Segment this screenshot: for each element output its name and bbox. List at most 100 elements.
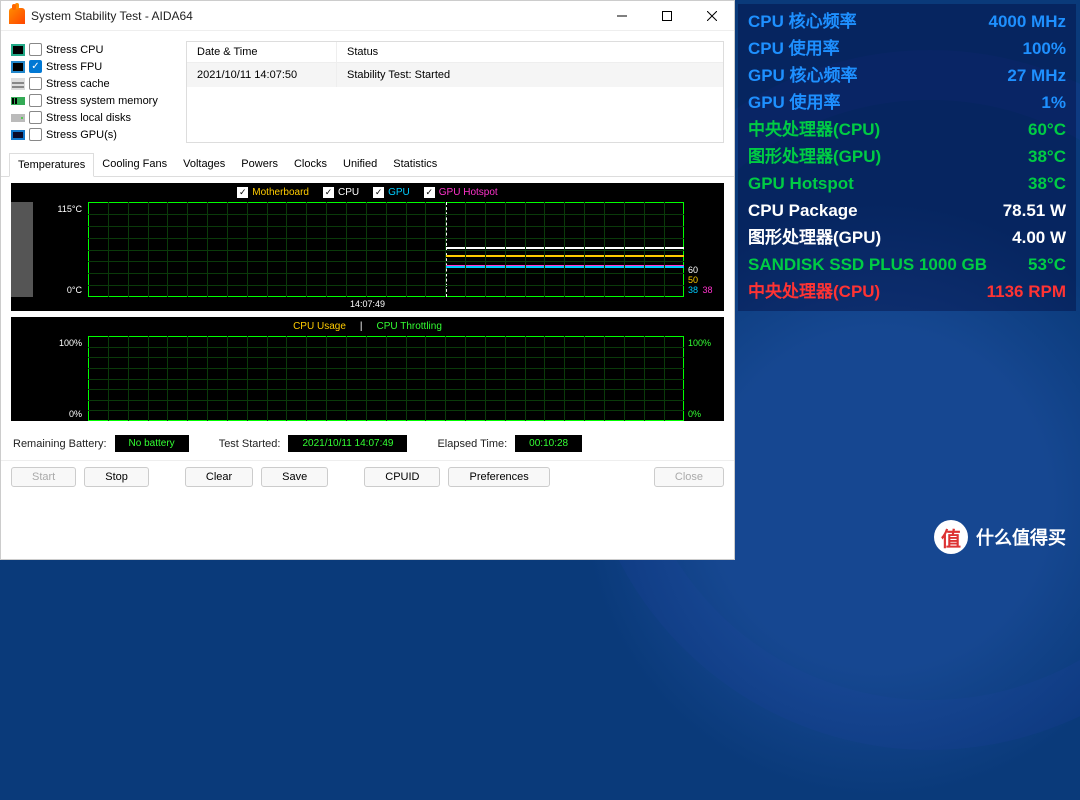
log-status: Stability Test: Started <box>337 63 460 87</box>
ov-cpu-usage: 100% <box>1023 35 1066 62</box>
ov-gpu-usage-label: GPU 使用率 <box>748 89 841 116</box>
temperature-chart: ✓Motherboard ✓CPU ✓GPU ✓GPU Hotspot 115°… <box>11 183 724 311</box>
start-button[interactable]: Start <box>11 467 76 487</box>
stress-cpu-checkbox[interactable] <box>29 43 42 56</box>
tab-powers[interactable]: Powers <box>233 153 286 176</box>
temp-end-mb: 50 <box>688 275 720 285</box>
ov-gpu-pwr: 4.00 W <box>1012 224 1066 251</box>
ov-fan-label: 中央处理器(CPU) <box>748 278 880 305</box>
usage-chart: CPU Usage | CPU Throttling 100%0% for(le… <box>11 317 724 421</box>
ov-cpu-freq-label: CPU 核心频率 <box>748 8 857 35</box>
fpu-icon <box>11 61 25 73</box>
legend-cpu-checkbox[interactable]: ✓ <box>323 187 334 198</box>
legend-hotspot-checkbox[interactable]: ✓ <box>424 187 435 198</box>
cpuid-button[interactable]: CPUID <box>364 467 440 487</box>
legend-mb: Motherboard <box>252 187 309 198</box>
log-header-datetime[interactable]: Date & Time <box>187 42 337 62</box>
save-button[interactable]: Save <box>261 467 328 487</box>
aida64-window: System Stability Test - AIDA64 Stress CP… <box>0 0 735 560</box>
cache-icon <box>11 78 25 90</box>
legend-gpu-checkbox[interactable]: ✓ <box>373 187 384 198</box>
memory-icon <box>11 95 25 107</box>
stop-button[interactable]: Stop <box>84 467 149 487</box>
ov-ssd: 53°C <box>1028 251 1066 278</box>
stress-cpu-row: Stress CPU <box>11 41 176 58</box>
ov-cpu-pkg-label: CPU Package <box>748 197 858 224</box>
stress-disk-label: Stress local disks <box>46 112 131 124</box>
stress-gpu-label: Stress GPU(s) <box>46 129 117 141</box>
ov-ssd-label: SANDISK SSD PLUS 1000 GB <box>748 251 987 278</box>
stress-memory-label: Stress system memory <box>46 95 158 107</box>
stress-disk-checkbox[interactable] <box>29 111 42 124</box>
clear-button[interactable]: Clear <box>185 467 253 487</box>
temp-x-marker: 14:07:49 <box>11 297 724 311</box>
tab-unified[interactable]: Unified <box>335 153 385 176</box>
temp-end-hot: 38 <box>703 285 713 295</box>
stress-memory-checkbox[interactable] <box>29 94 42 107</box>
close-button[interactable] <box>689 1 734 31</box>
scrollbar-gutter[interactable] <box>11 202 33 297</box>
stress-fpu-label: Stress FPU <box>46 61 102 73</box>
temp-ymin: 0°C <box>67 285 82 295</box>
battery-label: Remaining Battery: <box>13 438 107 450</box>
tab-clocks[interactable]: Clocks <box>286 153 335 176</box>
legend-mb-checkbox[interactable]: ✓ <box>237 187 248 198</box>
tabs: Temperatures Cooling Fans Voltages Power… <box>1 153 734 177</box>
started-label: Test Started: <box>219 438 281 450</box>
log-datetime: 2021/10/11 14:07:50 <box>187 63 337 87</box>
ov-cpu-usage-label: CPU 使用率 <box>748 35 840 62</box>
stress-cpu-label: Stress CPU <box>46 44 103 56</box>
titlebar[interactable]: System Stability Test - AIDA64 <box>1 1 734 31</box>
stress-fpu-checkbox[interactable] <box>29 60 42 73</box>
stress-cache-row: Stress cache <box>11 75 176 92</box>
stress-fpu-row: Stress FPU <box>11 58 176 75</box>
tab-cooling-fans[interactable]: Cooling Fans <box>94 153 175 176</box>
ov-cpu-temp: 60°C <box>1028 116 1066 143</box>
legend-gpu: GPU <box>388 187 410 198</box>
stress-options: Stress CPU Stress FPU Stress cache Stres… <box>11 41 176 143</box>
ov-gpu-usage: 1% <box>1041 89 1066 116</box>
ov-hotspot: 38°C <box>1028 170 1066 197</box>
ov-gpu-temp-label: 图形处理器(GPU) <box>748 143 881 170</box>
gpu-icon <box>11 129 25 141</box>
maximize-button[interactable] <box>644 1 689 31</box>
ov-cpu-pkg: 78.51 W <box>1003 197 1066 224</box>
started-value: 2021/10/11 14:07:49 <box>288 435 407 452</box>
preferences-button[interactable]: Preferences <box>448 467 549 487</box>
log-header-status[interactable]: Status <box>337 42 388 62</box>
temp-plot: for(let i=1;i<30;i++)document.write('<di… <box>88 202 684 297</box>
tab-statistics[interactable]: Statistics <box>385 153 445 176</box>
temp-end-gpu: 38 <box>688 285 698 295</box>
usage-ymax-r: 100% <box>688 338 720 348</box>
ov-gpu-temp: 38°C <box>1028 143 1066 170</box>
stress-cache-label: Stress cache <box>46 78 110 90</box>
elapsed-label: Elapsed Time: <box>437 438 507 450</box>
temp-ymax: 115°C <box>58 204 82 214</box>
status-bar: Remaining Battery: No battery Test Start… <box>1 427 734 460</box>
cpu-icon <box>11 44 25 56</box>
watermark: 值 什么值得买 <box>934 520 1066 554</box>
ov-gpu-freq-label: GPU 核心频率 <box>748 62 858 89</box>
ov-hotspot-label: GPU Hotspot <box>748 170 854 197</box>
watermark-text: 什么值得买 <box>976 524 1066 550</box>
legend-hotspot: GPU Hotspot <box>439 187 498 198</box>
close-button-bottom[interactable]: Close <box>654 467 724 487</box>
temp-end-cpu: 60 <box>688 265 720 275</box>
minimize-button[interactable] <box>599 1 644 31</box>
ov-gpu-freq: 27 MHz <box>1007 62 1066 89</box>
log-row[interactable]: 2021/10/11 14:07:50 Stability Test: Star… <box>187 63 723 87</box>
usage-plot: for(let i=1;i<30;i++)document.write('<di… <box>88 336 684 421</box>
usage-ymin-r: 0% <box>688 409 720 419</box>
legend-throttle: CPU Throttling <box>377 321 442 332</box>
tab-voltages[interactable]: Voltages <box>175 153 233 176</box>
stress-gpu-checkbox[interactable] <box>29 128 42 141</box>
stress-cache-checkbox[interactable] <box>29 77 42 90</box>
log-panel: Date & Time Status 2021/10/11 14:07:50 S… <box>186 41 724 143</box>
ov-gpu-pwr-label: 图形处理器(GPU) <box>748 224 881 251</box>
disk-icon <box>11 112 25 124</box>
tab-temperatures[interactable]: Temperatures <box>9 153 94 177</box>
window-title: System Stability Test - AIDA64 <box>31 9 599 23</box>
legend-usage: CPU Usage <box>293 321 346 332</box>
usage-ymax: 100% <box>59 338 82 348</box>
ov-cpu-temp-label: 中央处理器(CPU) <box>748 116 880 143</box>
